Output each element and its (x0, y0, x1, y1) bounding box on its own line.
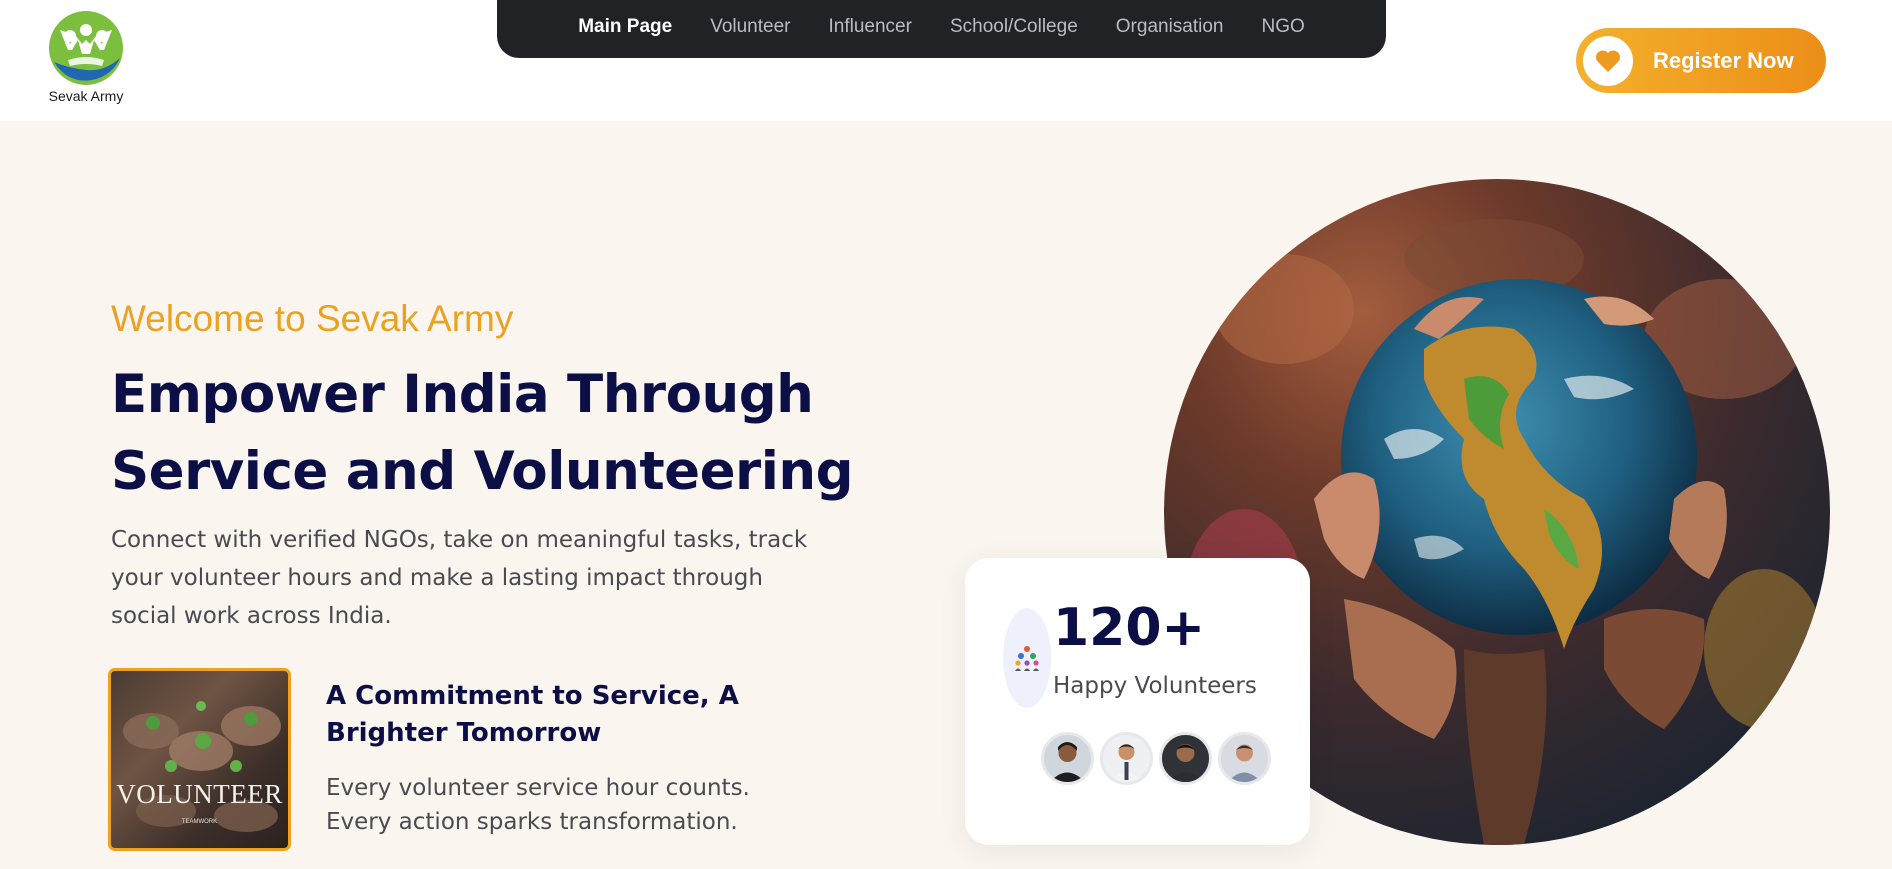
volunteers-stats-card: 120+ Happy Volunteers (965, 558, 1310, 845)
volunteer-avatar-2[interactable] (1100, 732, 1153, 785)
site-header: Sevak Army Main Page Volunteer Influence… (0, 0, 1892, 121)
brand-name: Sevak Army (48, 88, 124, 104)
hero-description: Connect with verified NGOs, take on mean… (111, 527, 808, 629)
nav-item-ngo[interactable]: NGO (1262, 16, 1305, 38)
brand-logo[interactable]: Sevak Army (44, 10, 128, 104)
group-of-people-icon (1015, 646, 1039, 671)
nav-item-organisation[interactable]: Organisation (1116, 16, 1224, 38)
volunteers-count: 120+ (1053, 598, 1206, 658)
welcome-text: Welcome to Sevak Army (111, 298, 514, 339)
volunteer-avatar-4[interactable] (1218, 732, 1271, 785)
commitment-body-line-1: Every volunteer service hour counts. (326, 775, 750, 801)
hero-headline: Empower India Through Service and Volunt… (111, 356, 871, 510)
volunteers-label: Happy Volunteers (1053, 673, 1257, 699)
commitment-body: Every volunteer service hour counts. Eve… (326, 771, 786, 839)
stats-icon-container (1003, 608, 1051, 708)
people-hands-logo-icon (49, 11, 123, 85)
register-now-label: Register Now (1653, 47, 1794, 73)
thumbnail-subtitle: TEAMWORK (181, 819, 218, 825)
volunteer-avatar-1[interactable] (1041, 732, 1094, 785)
commitment-body-line-2: Every action sparks transformation. (326, 809, 738, 835)
thumbnail-title: VOLUNTEER (116, 779, 283, 809)
heart-icon (1583, 35, 1633, 86)
commitment-title: A Commitment to Service, A Brighter Tomo… (326, 681, 739, 748)
nav-item-volunteer[interactable]: Volunteer (710, 16, 790, 38)
hero-headline-line-1: Empower India Through (111, 364, 814, 425)
nav-item-main-page[interactable]: Main Page (578, 16, 672, 38)
nav-item-influencer[interactable]: Influencer (829, 16, 912, 38)
register-now-button[interactable]: Register Now (1576, 28, 1826, 93)
nav-item-school-college[interactable]: School/College (950, 16, 1078, 38)
volunteer-avatar-3[interactable] (1159, 732, 1212, 785)
main-navigation: Main Page Volunteer Influencer School/Co… (497, 0, 1386, 58)
hero-headline-line-2: Service and Volunteering (111, 441, 854, 502)
volunteer-thumbnail: VOLUNTEER TEAMWORK (108, 668, 291, 851)
volunteer-avatars (1041, 732, 1271, 785)
